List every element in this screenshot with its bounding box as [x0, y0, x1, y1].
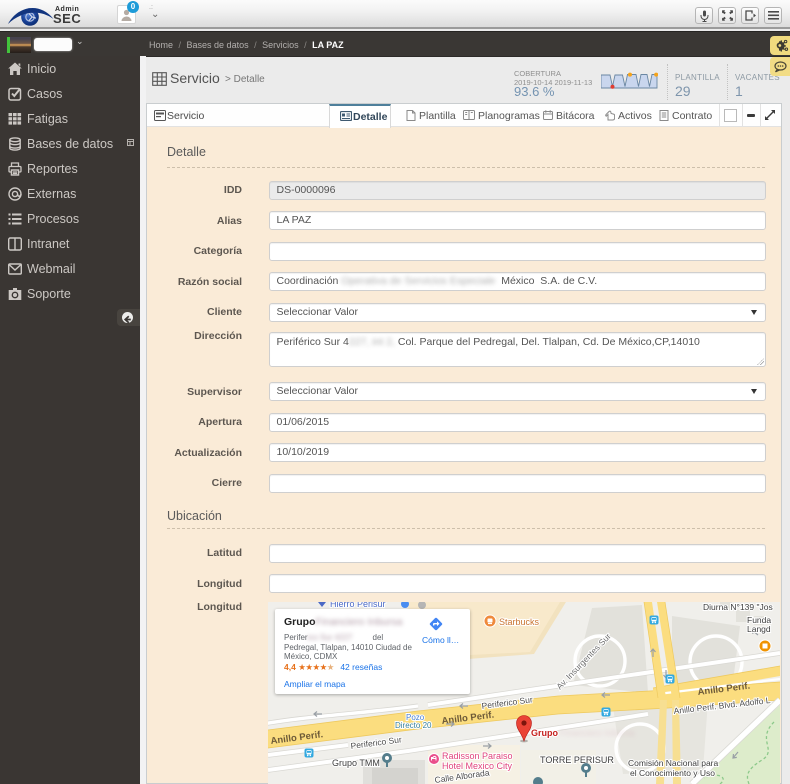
svg-text:el Conocimiento y Uso: el Conocimiento y Uso [630, 768, 715, 778]
svg-text:TORRE PERISUR: TORRE PERISUR [540, 755, 614, 765]
svg-text:Hierro Perisur: Hierro Perisur [330, 602, 386, 609]
svg-text:Langd: Langd [747, 624, 771, 634]
svg-text:Directo 20: Directo 20 [395, 721, 432, 730]
svg-text:Starbucks: Starbucks [499, 617, 540, 627]
svg-text:Comisión Nacional para: Comisión Nacional para [628, 758, 719, 768]
svg-text:Grupo: Grupo [531, 728, 558, 738]
svg-text:Radisson Paraiso: Radisson Paraiso [442, 751, 513, 761]
svg-text:Financiero Inbursa: Financiero Inbursa [560, 728, 635, 738]
svg-text:Grupo TMM: Grupo TMM [332, 758, 380, 768]
svg-text:Hotel Mexico City: Hotel Mexico City [442, 761, 513, 771]
svg-text:Diurna N°139 "Jos: Diurna N°139 "Jos [703, 602, 773, 612]
